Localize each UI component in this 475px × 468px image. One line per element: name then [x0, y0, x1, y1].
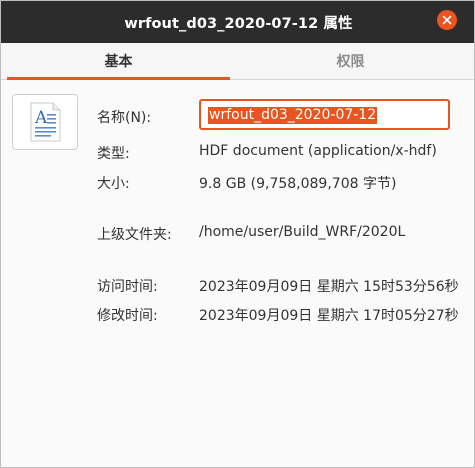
modified-label: 修改时间: [97, 308, 158, 324]
svg-text:A: A [34, 108, 48, 128]
tab-bar: 基本 权限 [1, 43, 474, 80]
size-value: 9.8 GB (9,758,089,708 字节) [199, 176, 397, 192]
type-label: 类型: [97, 146, 130, 162]
accessed-label: 访问时间: [97, 279, 158, 295]
properties-dialog: wrfout_d03_2020-07-12 属性 基本 权限 A 名称(N): … [0, 0, 475, 468]
tab-permissions-label: 权限 [336, 54, 365, 70]
title-bar[interactable]: wrfout_d03_2020-07-12 属性 [1, 1, 474, 43]
name-input-selected-text: wrfout_d03_2020-07-12 [208, 107, 378, 124]
name-input[interactable]: wrfout_d03_2020-07-12 [199, 99, 450, 130]
file-icon-button[interactable]: A [12, 94, 78, 150]
parent-folder-value: /home/user/Build_WRF/2020L [199, 224, 406, 240]
accessed-value: 2023年09月09日 星期六 15时53分56秒 [199, 279, 459, 295]
window-title: wrfout_d03_2020-07-12 属性 [124, 16, 353, 32]
tab-permissions[interactable]: 权限 [238, 43, 463, 79]
active-tab-indicator [7, 77, 230, 80]
tab-basic-label: 基本 [104, 54, 133, 70]
name-label: 名称(N): [97, 110, 152, 126]
modified-value: 2023年09月09日 星期六 17时05分27秒 [199, 308, 459, 324]
text-document-icon: A [30, 102, 61, 142]
tab-basic[interactable]: 基本 [7, 43, 230, 80]
close-icon [442, 15, 452, 25]
type-value: HDF document (application/x-hdf) [199, 143, 437, 159]
size-label: 大小: [97, 176, 130, 192]
parent-folder-label: 上级文件夹: [97, 227, 172, 243]
close-button[interactable] [437, 10, 457, 30]
